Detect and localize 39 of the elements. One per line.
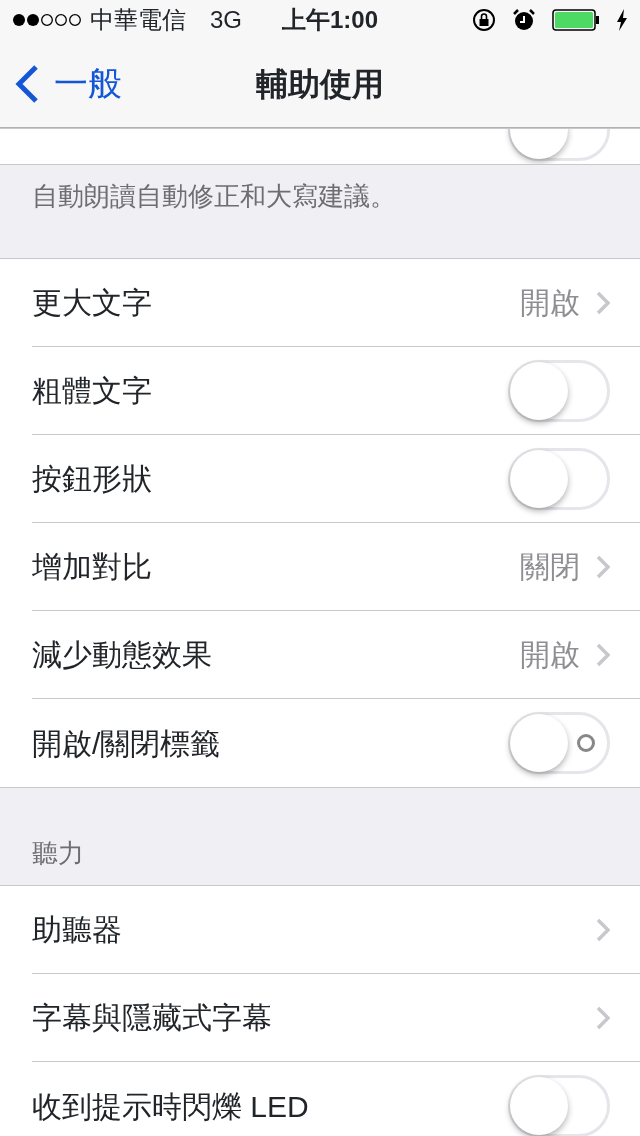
section-footer: 自動朗讀自動修正和大寫建議。 bbox=[0, 165, 640, 258]
row-label: 字幕與隱藏式字幕 bbox=[32, 1000, 272, 1036]
rotation-lock-icon bbox=[472, 8, 496, 32]
settings-row[interactable]: 減少動態效果 開啟 bbox=[32, 611, 640, 699]
charging-bolt-icon bbox=[616, 9, 628, 31]
carrier-name: 中華電信 bbox=[90, 5, 186, 35]
chevron-icon bbox=[596, 554, 610, 579]
row-label: 粗體文字 bbox=[32, 373, 152, 409]
toggle-switch[interactable] bbox=[508, 1075, 610, 1136]
chevron-icon bbox=[596, 1005, 610, 1030]
settings-row[interactable]: 字幕與隱藏式字幕 bbox=[32, 974, 640, 1062]
chevron-icon bbox=[596, 917, 610, 942]
page-title: 輔助使用 bbox=[256, 64, 384, 104]
row-label: 增加對比 bbox=[32, 549, 152, 585]
row-label: 開啟/關閉標籤 bbox=[32, 725, 221, 762]
toggle-switch[interactable] bbox=[508, 712, 610, 774]
row-label: 按鈕形狀 bbox=[32, 461, 152, 497]
clock-time: 上午1:00 bbox=[282, 5, 379, 35]
toggle-switch[interactable] bbox=[508, 359, 610, 422]
alarm-icon bbox=[512, 8, 536, 32]
row-label: 收到提示時閃爍 LED bbox=[32, 1088, 309, 1125]
section-header: 聽力 bbox=[31, 837, 85, 870]
settings-row[interactable]: 助聽器 bbox=[32, 886, 640, 974]
toggle-switch[interactable] bbox=[508, 447, 610, 510]
network-type: 3G bbox=[210, 5, 242, 35]
row-value: 開啟 bbox=[520, 285, 580, 321]
row-value: 關閉 bbox=[520, 549, 580, 585]
chevron-icon bbox=[596, 642, 610, 667]
row-label: 助聽器 bbox=[32, 912, 122, 948]
row-label: 減少動態效果 bbox=[32, 637, 212, 673]
settings-row[interactable]: 增加對比 關閉 bbox=[32, 523, 640, 611]
back-chevron-icon bbox=[14, 63, 40, 104]
settings-row[interactable]: 更大文字 開啟 bbox=[32, 259, 640, 347]
back-button[interactable]: 一般 bbox=[0, 58, 122, 109]
battery-icon bbox=[552, 9, 600, 31]
chevron-icon bbox=[596, 290, 610, 315]
row-label: 更大文字 bbox=[32, 285, 152, 321]
signal-icon bbox=[12, 13, 82, 27]
row-value: 開啟 bbox=[520, 637, 580, 673]
